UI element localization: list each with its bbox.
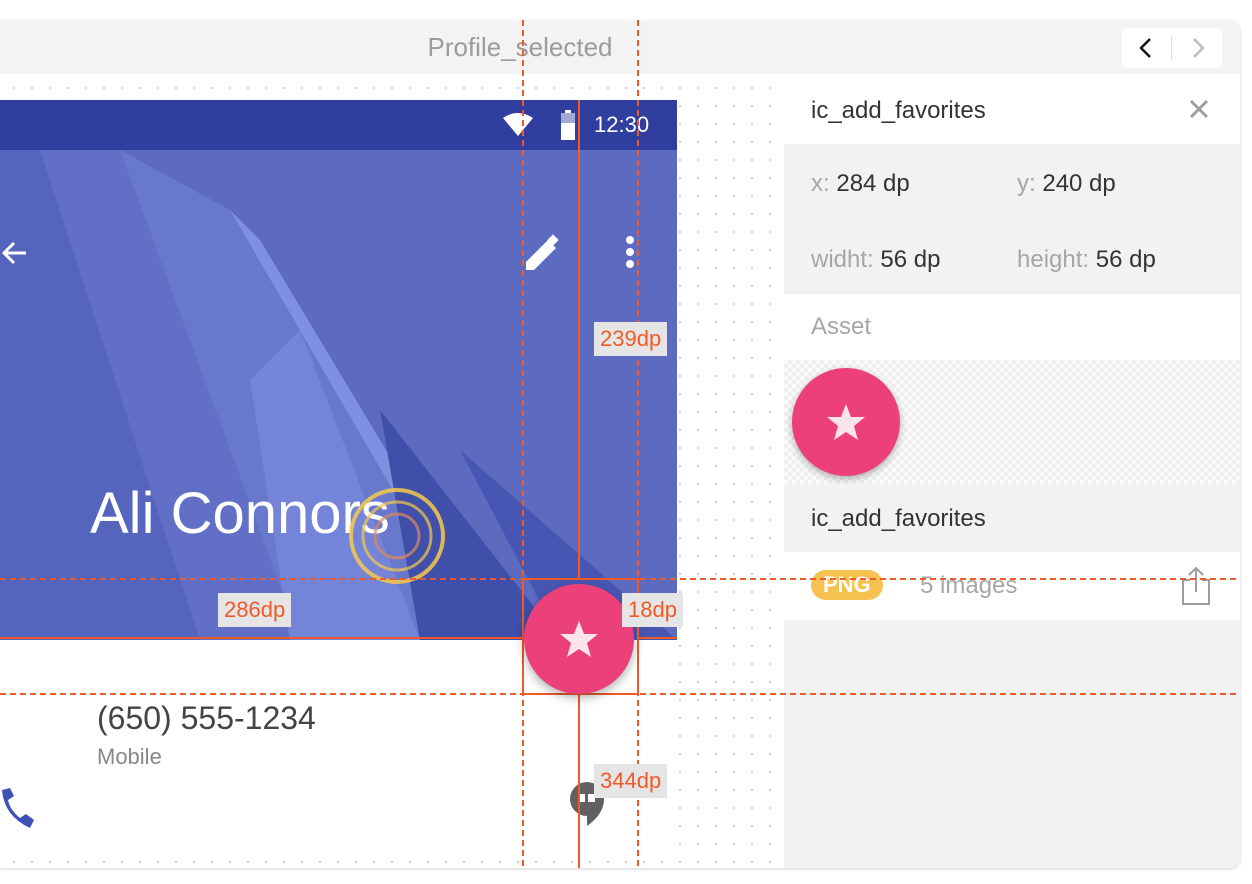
wifi-icon [503, 113, 533, 136]
prop-x-label: x: [811, 170, 830, 197]
header-background [0, 150, 677, 640]
edit-pencil-icon[interactable] [522, 234, 562, 274]
design-canvas[interactable]: 12:30 Ali Connors (650) 555-1234 Mobile [0, 74, 784, 868]
more-vert-icon[interactable] [622, 234, 638, 274]
inspector-title: ic_add_favorites [811, 97, 986, 124]
prop-x: x: 284 dp [811, 170, 910, 198]
dimension-left-label: 286dp [218, 593, 292, 627]
back-arrow-icon[interactable] [0, 238, 30, 268]
prop-y-label: y: [1017, 170, 1036, 197]
status-bar: 12:30 [0, 100, 677, 150]
asset-name-row: ic_add_favorites [784, 484, 1240, 554]
inspector-panel: ic_add_favorites x: 284 dp y: 240 dp wid… [784, 74, 1240, 868]
prop-height: height: 56 dp [1017, 246, 1156, 274]
asset-fab-preview [792, 368, 900, 476]
prop-width: widht: 56 dp [811, 246, 940, 274]
contact-name: Ali Connors [90, 481, 390, 546]
battery-icon [561, 110, 575, 140]
prop-y-value: 240 dp [1042, 170, 1116, 197]
prop-x-value: 284 dp [836, 170, 910, 197]
share-icon[interactable] [1180, 566, 1212, 606]
prop-height-label: height: [1017, 246, 1090, 273]
app-window: Profile_selected 12:30 Ali Connors (650)… [0, 20, 1240, 868]
dimension-right-label: 18dp [622, 593, 683, 627]
dimension-top-label: 239dp [594, 322, 668, 356]
window-title: Profile_selected [427, 32, 613, 62]
export-row: PNG 5 images [784, 552, 1240, 620]
add-favorite-fab[interactable] [524, 584, 634, 694]
asset-header: Asset [784, 294, 1240, 360]
phone-type: Mobile [97, 744, 162, 769]
prop-width-value: 56 dp [880, 246, 941, 273]
profile-header: Ali Connors [0, 150, 677, 640]
dimension-bottom-label: 344dp [594, 764, 668, 798]
prop-height-value: 56 dp [1095, 246, 1156, 273]
touch-ripple [349, 488, 445, 584]
status-time: 12:30 [594, 112, 650, 137]
asset-preview [784, 360, 1240, 484]
image-count: 5 images [920, 572, 1018, 599]
title-bar: Profile_selected [0, 20, 1240, 74]
prop-y: y: 240 dp [1017, 170, 1116, 198]
prev-button[interactable] [1122, 28, 1170, 68]
chevron-right-icon [1193, 38, 1205, 58]
asset-label: Asset [811, 313, 872, 340]
chevron-left-icon [1139, 38, 1151, 58]
nav-buttons [1122, 28, 1222, 68]
close-icon[interactable] [1188, 98, 1210, 120]
nav-divider [1171, 36, 1172, 60]
phone-number: (650) 555-1234 [97, 700, 316, 736]
star-icon [827, 404, 865, 440]
phone-call-icon[interactable] [0, 786, 36, 832]
prop-width-label: widht: [811, 246, 874, 273]
asset-name: ic_add_favorites [811, 505, 986, 532]
phone-screen: 12:30 Ali Connors (650) 555-1234 Mobile [0, 100, 677, 860]
star-icon [560, 621, 598, 657]
format-badge[interactable]: PNG [811, 570, 883, 600]
next-button[interactable] [1174, 28, 1222, 68]
inspector-header: ic_add_favorites [784, 74, 1240, 144]
